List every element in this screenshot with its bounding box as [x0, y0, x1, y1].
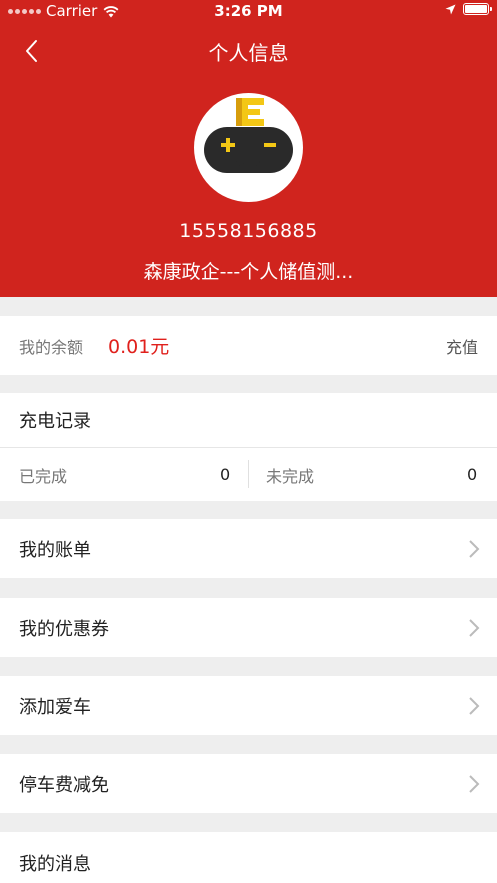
chevron-right-icon	[469, 540, 480, 558]
menu-item-label: 停车费减免	[19, 774, 109, 796]
battery-icon	[463, 3, 492, 15]
menu-item-parking-discount[interactable]: 停车费减免	[0, 754, 497, 813]
pending-label[interactable]: 未完成	[266, 463, 314, 487]
charge-records-title: 充电记录	[19, 411, 91, 432]
status-bar: Carrier 3:26 PM	[0, 0, 497, 22]
menu-item-coupons[interactable]: 我的优惠券	[0, 598, 497, 657]
completed-count: 0	[220, 465, 231, 484]
balance-value: 0.01元	[108, 336, 170, 358]
gamepad-robot-avatar	[204, 98, 293, 173]
completed-label[interactable]: 已完成	[19, 463, 67, 487]
menu-item-messages[interactable]: 我的消息	[0, 832, 497, 883]
menu-item-label: 我的优惠券	[19, 618, 109, 640]
avatar[interactable]	[194, 93, 303, 202]
menu-item-bills[interactable]: 我的账单	[0, 519, 497, 578]
charge-records-header[interactable]: 充电记录	[0, 393, 497, 448]
location-arrow-icon	[445, 4, 456, 14]
balance-label: 我的余额	[19, 337, 84, 357]
charge-records-stats: 已完成 0 未完成 0	[0, 448, 497, 501]
account-name: 森康政企---个人储值测...	[143, 261, 354, 283]
menu-item-label: 我的消息	[19, 854, 91, 875]
balance-row: 我的余额 0.01元 充值	[0, 316, 497, 375]
chevron-right-icon	[469, 619, 480, 637]
chevron-right-icon	[469, 775, 480, 793]
profile-header: Carrier 3:26 PM 个人信息 15558156885 森康政企---…	[0, 0, 497, 297]
page-title: 个人信息	[208, 41, 289, 65]
chevron-right-icon	[469, 697, 480, 715]
stats-divider	[248, 460, 249, 488]
menu-item-label: 我的账单	[19, 539, 91, 561]
pending-count: 0	[467, 465, 478, 484]
menu-item-label: 添加爱车	[19, 696, 91, 718]
status-time: 3:26 PM	[214, 2, 283, 20]
recharge-button[interactable]: 充值	[446, 334, 478, 358]
user-phone: 15558156885	[179, 220, 318, 242]
menu-item-add-car[interactable]: 添加爱车	[0, 676, 497, 735]
